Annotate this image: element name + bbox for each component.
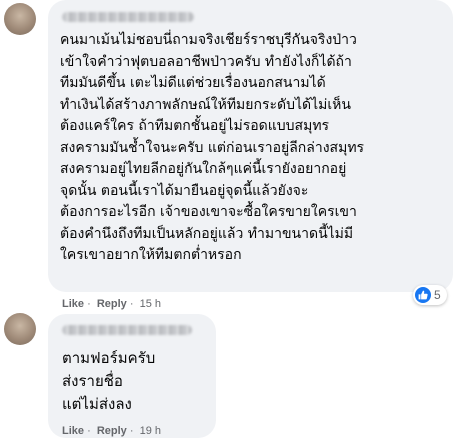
comment-text: ตามฟอร์มครับส่งรายชื่อแต่ไม่ส่งลง xyxy=(62,347,155,416)
comment-timestamp[interactable]: 19 h xyxy=(140,425,161,437)
reply-link[interactable]: Reply xyxy=(97,425,127,437)
comment-text-line: สงครามมันช้ำใจนะครับ แต่ก่อนเราอยู่ลีกล่… xyxy=(60,139,365,156)
comment-text-line: ต้องการอะไรอีก เจ้าของเขาจะซื้อใครขายใคร… xyxy=(60,204,357,220)
commenter-avatar[interactable] xyxy=(4,3,36,35)
comment-actions: Like · Reply · 15 h xyxy=(62,298,164,310)
comment-text-line: ต้องคำนึงถึงทีมเป็นหลักอยู่แล้ว ทำมาขนาด… xyxy=(60,225,354,242)
separator: · xyxy=(129,425,134,437)
comment-text-line: ต้องแคร์ใคร ถ้าทีมตกชั้นอยู่ไม่รอดแบบสมุ… xyxy=(60,118,330,134)
separator: · xyxy=(129,298,134,310)
comment-actions: Like · Reply · 19 h xyxy=(62,425,164,437)
commenter-name-redacted[interactable] xyxy=(62,12,194,22)
comment-text-line: ส่งรายชื่อ xyxy=(62,372,123,390)
thumbs-up-icon xyxy=(415,287,431,303)
commenter-avatar[interactable] xyxy=(4,313,36,345)
comment-text-line: เข้าใจคำว่าฟุตบอลอาชีพป่าวครับ ทำยังไงก็… xyxy=(60,53,352,70)
commenter-name-redacted[interactable] xyxy=(62,325,192,335)
comment-text-line: ใครเขาอยากให้ทีมตกต่ำหรอก xyxy=(60,247,242,263)
comment-text: คนมาเม้นไม่ชอบนี่ถามจริงเชียร์ราชบุรีกัน… xyxy=(60,30,364,267)
reaction-summary[interactable]: 5 xyxy=(413,285,447,305)
reply-link[interactable]: Reply xyxy=(97,298,127,310)
comment-text-line: สงครามอยู่ไทยลีกอยู่กันใกล้ๆแค่นี้เรายัง… xyxy=(60,161,347,177)
like-link[interactable]: Like xyxy=(62,298,84,310)
comment-text-line: จุดนั้น ตอนนี้เราได้มายืนอยู่จุดนี้แล้วย… xyxy=(60,182,309,199)
comment-timestamp[interactable]: 15 h xyxy=(140,298,161,310)
reaction-count: 5 xyxy=(434,288,441,302)
comment-text-line: คนมาเม้นไม่ชอบนี่ถามจริงเชียร์ราชบุรีกัน… xyxy=(60,32,357,48)
comment-text-line: แต่ไม่ส่งลง xyxy=(62,395,132,413)
like-link[interactable]: Like xyxy=(62,425,84,437)
separator: · xyxy=(87,298,91,310)
separator: · xyxy=(87,425,91,437)
comment-text-line: ทำเงินได้สร้างภาพลักษณ์ให้ทีมยกระดับได้ไ… xyxy=(60,96,351,113)
comment-text-line: ทีมมันดีขึ้น เตะไม่ดีแต่ช่วยเรื่องนอกสนา… xyxy=(60,75,326,91)
comment-text-line: ตามฟอร์มครับ xyxy=(62,349,156,367)
